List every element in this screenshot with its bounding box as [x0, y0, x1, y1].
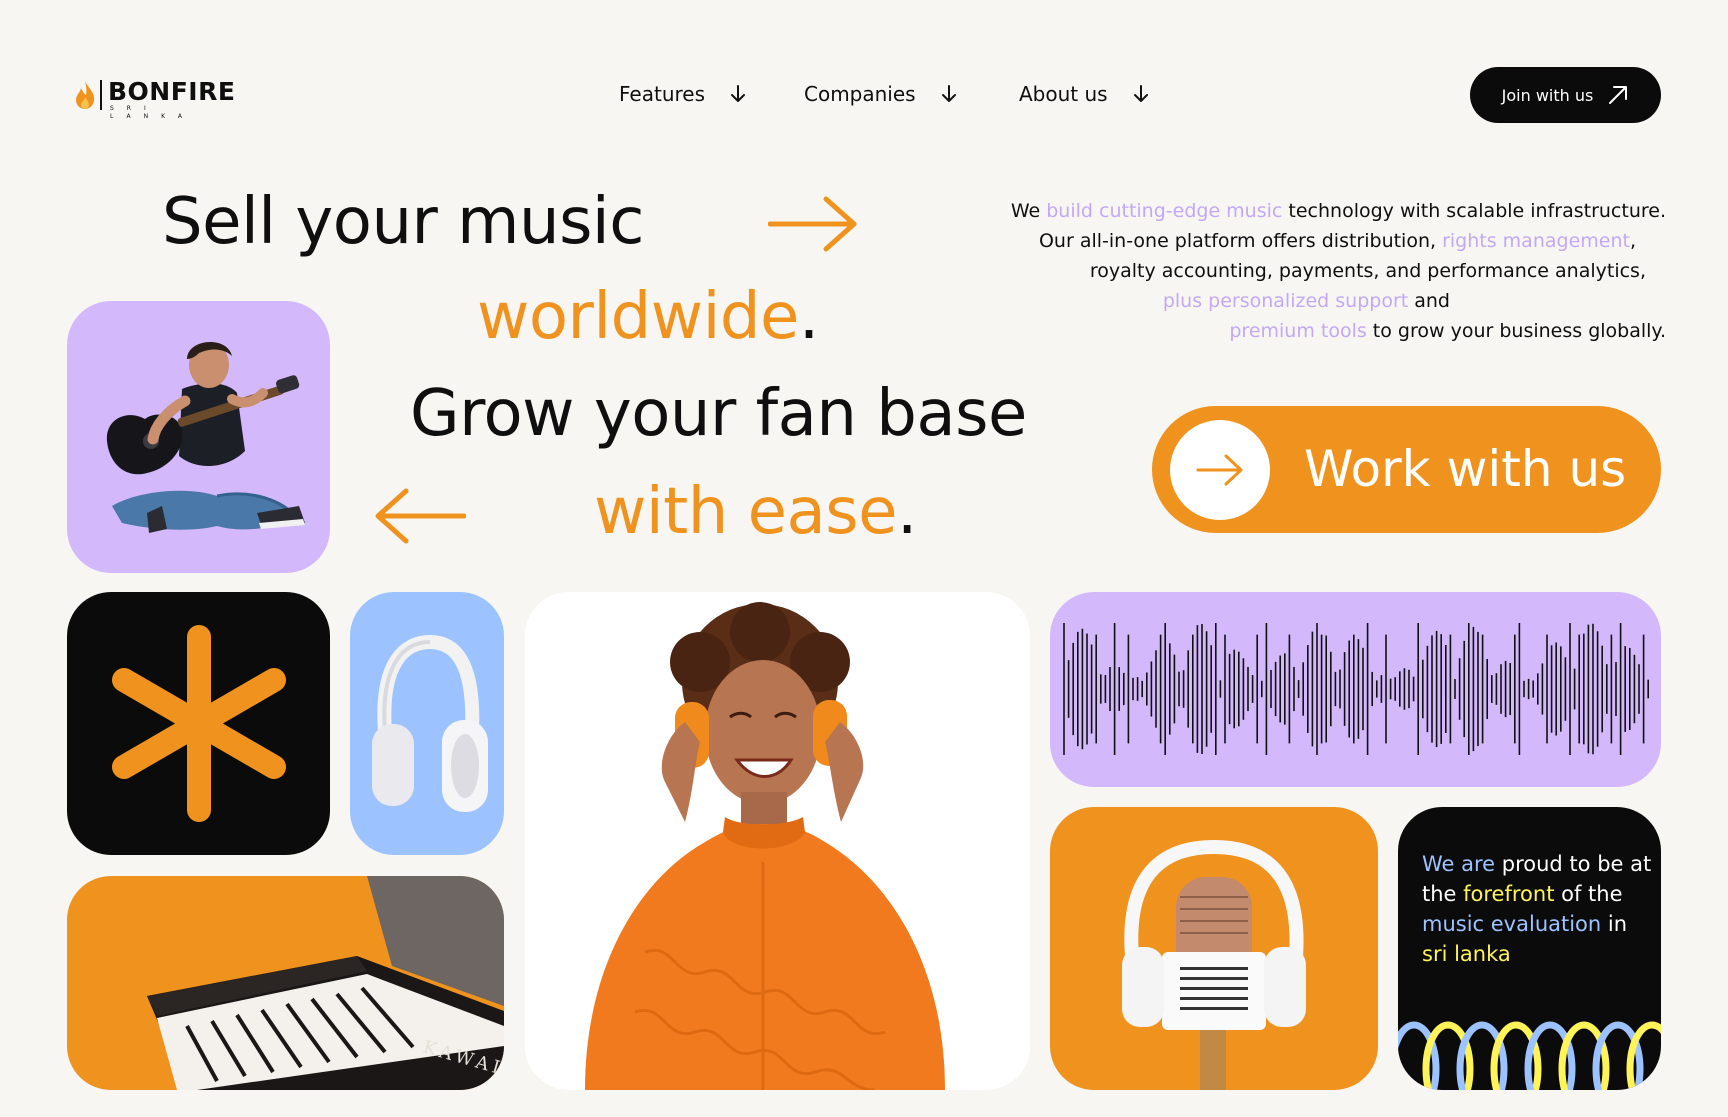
asterisk-icon	[112, 625, 286, 822]
woman-headphones-card	[525, 592, 1030, 1090]
nav-companies-label: Companies	[804, 82, 916, 106]
description-line: plus personalized support and	[860, 286, 1666, 316]
brand-subtitle: SRI LANKA	[110, 105, 196, 120]
join-button-label: Join with us	[1501, 85, 1594, 105]
work-button-circle	[1170, 420, 1270, 520]
nav-features-label: Features	[619, 82, 705, 106]
hero-period: .	[798, 280, 819, 354]
arrow-right-icon	[768, 196, 857, 252]
desc-highlight: build cutting-edge music	[1046, 200, 1283, 222]
waveform-icon	[1063, 623, 1650, 755]
nav-about-us[interactable]: About us	[1019, 80, 1150, 108]
hero-highlight-worldwide: worldwide	[477, 280, 799, 354]
hero-highlight-ease: with ease	[594, 475, 897, 549]
guitar-player-image	[106, 342, 305, 533]
description-line: premium tools to grow your business glob…	[860, 316, 1666, 346]
arrow-up-right-icon	[1609, 86, 1628, 104]
arrow-down-icon	[941, 85, 956, 102]
waveform-card	[1050, 592, 1661, 787]
desc-text: technology with scalable infrastructure.	[1282, 200, 1666, 222]
guitar-player-card	[67, 301, 330, 573]
nav-about-label: About us	[1019, 82, 1108, 106]
headphones-card	[350, 592, 504, 855]
desc-highlight: premium tools	[1229, 320, 1367, 342]
microphone-card	[1050, 807, 1378, 1090]
woman-headphones-image	[585, 602, 945, 1090]
hero-line-2: worldwide.	[477, 279, 819, 355]
hero-period: .	[896, 475, 917, 549]
piano-image: KAWAI	[147, 876, 504, 1090]
flame-icon	[76, 81, 94, 109]
spring-coil-icon	[1398, 1021, 1661, 1090]
logo-divider	[100, 80, 102, 110]
piano-card: KAWAI	[67, 876, 504, 1090]
arrow-left-icon	[375, 488, 466, 544]
join-button[interactable]: Join with us	[1470, 67, 1661, 123]
nav-features[interactable]: Features	[619, 80, 747, 108]
hero-line-1: Sell your music	[162, 185, 644, 259]
asterisk-card	[67, 592, 330, 855]
work-button-label: Work with us	[1304, 440, 1627, 498]
desc-highlight: plus personalized support	[1162, 290, 1409, 312]
nav-companies[interactable]: Companies	[804, 80, 958, 108]
arrow-right-icon	[1196, 454, 1243, 486]
microphone-headphones-image	[1122, 839, 1306, 1090]
desc-text: to grow your business globally.	[1366, 320, 1666, 342]
hero-line-4: with ease.	[594, 474, 917, 550]
description-line: We build cutting-edge music technology w…	[860, 196, 1666, 226]
arrow-down-icon	[1133, 85, 1148, 102]
brand-logo[interactable]: BONFIRE SRI LANKA	[74, 77, 244, 120]
desc-text: ,	[1629, 230, 1636, 252]
brand-name: BONFIRE	[108, 77, 236, 106]
description-line: royalty accounting, payments, and perfor…	[860, 256, 1666, 286]
arrow-down-icon	[731, 85, 745, 102]
desc-text: Our all-in-one platform offers distribut…	[1038, 230, 1443, 252]
desc-highlight: rights management	[1442, 230, 1630, 252]
proud-card: We are proud to be at the forefront of t…	[1398, 807, 1661, 1090]
desc-text: and	[1408, 290, 1450, 312]
work-with-us-button[interactable]: Work with us	[1152, 406, 1661, 533]
hero-description: We build cutting-edge music technology w…	[860, 196, 1666, 346]
hero-line-3: Grow your fan base	[410, 377, 1027, 451]
headphones-icon	[372, 634, 488, 812]
desc-text: royalty accounting, payments, and perfor…	[1089, 260, 1646, 282]
desc-text: We	[1010, 200, 1047, 222]
description-line: Our all-in-one platform offers distribut…	[860, 226, 1666, 256]
